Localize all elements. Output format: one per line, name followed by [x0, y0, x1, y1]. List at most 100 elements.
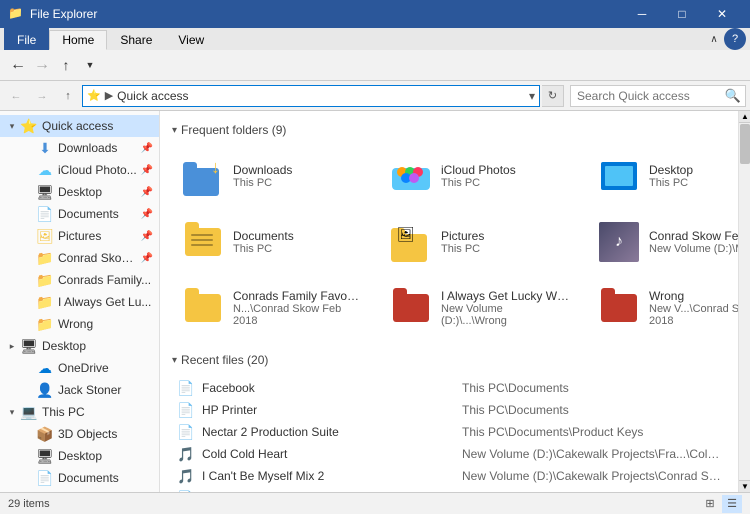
downloads-folder-name: Downloads — [233, 163, 292, 177]
conrads-family-name: Conrads Family Favorites — [233, 289, 363, 303]
recent-item-cold-cold-heart[interactable]: 🎵 Cold Cold Heart New Volume (D:)\Cakewa… — [172, 443, 726, 465]
help-button[interactable]: ? — [724, 28, 746, 50]
recent-item-nectar-2[interactable]: 📄 Nectar 2 Production Suite This PC\Docu… — [172, 421, 726, 443]
docx-icon-4: 📄 — [177, 490, 194, 493]
quick-access-icon: ⭐ — [20, 117, 38, 135]
folder-item-desktop[interactable]: Desktop This PC — [588, 147, 738, 205]
folder-icon-cs: 📁 — [36, 249, 54, 267]
folder-item-icloud-photos[interactable]: iCloud Photos This PC — [380, 147, 580, 205]
close-button[interactable]: ✕ — [702, 0, 742, 28]
onedrive-icon: ☁ — [36, 359, 54, 377]
folder-item-wrong[interactable]: Wrong New V...\Conrad Skow 2018 — [588, 279, 738, 337]
hp-printer-file-name: HP Printer — [202, 403, 462, 417]
i-always-name: I Always Get Lucky With Y — [441, 289, 571, 303]
sidebar-item-conrads-family[interactable]: 📁 Conrads Family... — [0, 269, 159, 291]
folder-item-conrads-family[interactable]: Conrads Family Favorites N...\Conrad Sko… — [172, 279, 372, 337]
tab-file[interactable]: File — [4, 28, 49, 50]
sidebar-item-wrong[interactable]: 📁 Wrong — [0, 313, 159, 335]
facebook-file-icon: 📄 — [176, 378, 196, 398]
scroll-thumb[interactable] — [740, 124, 750, 164]
conrads-family-folder-icon — [185, 294, 221, 322]
docx-icon-2: 📄 — [177, 402, 194, 419]
up-qat-button[interactable]: ↑ — [56, 55, 76, 75]
tab-share[interactable]: Share — [107, 29, 165, 49]
desktop-folder-icon-wrap — [597, 154, 641, 198]
sidebar-item-jack-stoner[interactable]: 👤 Jack Stoner — [0, 379, 159, 401]
pin-icon-6: 📌 — [141, 253, 153, 264]
scroll-down-button[interactable]: ▼ — [739, 480, 750, 492]
sidebar-item-3d-objects[interactable]: 📦 3D Objects — [0, 423, 159, 445]
sidebar-item-pictures[interactable]: 🖼 Pictures 📌 — [0, 225, 159, 247]
folder-item-pictures[interactable]: 🖼 Pictures This PC — [380, 213, 580, 271]
tab-view[interactable]: View — [165, 29, 217, 49]
sidebar-label-documents2: Documents — [58, 471, 153, 485]
tab-home[interactable]: Home — [49, 30, 107, 50]
pictures-sidebar-icon: 🖼 — [36, 227, 54, 245]
search-input[interactable] — [571, 86, 721, 106]
expander-desktop[interactable]: ▸ — [4, 341, 20, 352]
address-bar: ← → ↑ ⭐ ▶ Quick access ▾ ↻ 🔍 — [0, 81, 750, 111]
nav-up-button[interactable]: ↑ — [56, 84, 80, 108]
sidebar-label-downloads: Downloads — [58, 141, 139, 155]
sidebar-item-conrad-skow-fe[interactable]: 📁 Conrad Skow Fe... 📌 — [0, 247, 159, 269]
folder-item-downloads[interactable]: ↓ Downloads This PC — [172, 147, 372, 205]
scroll-up-button[interactable]: ▲ — [739, 111, 750, 123]
sidebar-item-quick-access[interactable]: ▾ ⭐ Quick access — [0, 115, 159, 137]
folder-item-documents[interactable]: Documents This PC — [172, 213, 372, 271]
pictures-folder-icon-wrap: 🖼 — [389, 220, 433, 264]
sidebar-item-documents[interactable]: 📄 Documents 📌 — [0, 203, 159, 225]
recent-files-title: Recent files (20) — [181, 353, 268, 367]
list-view-button[interactable]: ☰ — [722, 495, 742, 513]
i-always-info: I Always Get Lucky With Y New Volume (D:… — [441, 289, 571, 327]
pin-icon-5: 📌 — [141, 231, 153, 242]
sidebar-item-desktop3[interactable]: 🖥 Desktop — [0, 445, 159, 467]
wrong-icon-wrap — [597, 286, 641, 330]
dropdown-qat-button[interactable]: ▼ — [80, 55, 100, 75]
izotope-file-icon: 📄 — [176, 488, 196, 492]
recent-item-facebook[interactable]: 📄 Facebook This PC\Documents — [172, 377, 726, 399]
address-display[interactable]: Quick access — [113, 89, 525, 103]
conrads-family-icon-wrap — [181, 286, 225, 330]
docs-folder-icon-wrap — [181, 220, 225, 264]
chevron-frequent-icon[interactable]: ▾ — [172, 125, 177, 136]
minimize-button[interactable]: ─ — [622, 0, 662, 28]
nav-forward-button[interactable]: → — [30, 84, 54, 108]
app-title: File Explorer — [30, 7, 622, 21]
hp-printer-file-icon: 📄 — [176, 400, 196, 420]
sidebar-label-desktop: Desktop — [58, 185, 139, 199]
i-always-path: New Volume (D:)\...\Wrong — [441, 303, 571, 327]
search-button[interactable]: 🔍 — [721, 86, 745, 106]
refresh-button[interactable]: ↻ — [542, 85, 564, 107]
expand-ribbon-button[interactable]: ∧ — [704, 29, 724, 49]
title-bar: 📁 File Explorer ─ □ ✕ — [0, 0, 750, 28]
forward-qat-button[interactable]: → — [32, 55, 52, 75]
sidebar-item-desktop2[interactable]: ▸ 🖥 Desktop — [0, 335, 159, 357]
sidebar-item-downloads2[interactable]: ⬇ Downloads — [0, 489, 159, 492]
expander-icon[interactable]: ▾ — [4, 121, 20, 132]
sidebar-item-i-always-get[interactable]: 📁 I Always Get Lu... — [0, 291, 159, 313]
sidebar-item-desktop[interactable]: 🖥 Desktop 📌 — [0, 181, 159, 203]
back-qat-button[interactable]: ← — [8, 55, 28, 75]
recent-item-izotope[interactable]: 📄 Izotope This PC\Documents\Product Keys — [172, 487, 726, 492]
sidebar-label-documents: Documents — [58, 207, 139, 221]
docx-icon: 📄 — [177, 380, 194, 397]
sidebar-item-downloads[interactable]: ⬇ Downloads 📌 — [0, 137, 159, 159]
ribbon-tab-bar: File Home Share View ∧ ? — [0, 28, 750, 50]
sidebar-item-icloud-photos[interactable]: ☁ iCloud Photo... 📌 — [0, 159, 159, 181]
cold-cold-heart-file-name: Cold Cold Heart — [202, 447, 462, 461]
maximize-button[interactable]: □ — [662, 0, 702, 28]
recent-item-i-cant-be-myself[interactable]: 🎵 I Can't Be Myself Mix 2 New Volume (D:… — [172, 465, 726, 487]
folder-item-i-always[interactable]: I Always Get Lucky With Y New Volume (D:… — [380, 279, 580, 337]
scrollbar: ▲ ▼ — [738, 111, 750, 492]
sidebar-item-this-pc[interactable]: ▾ 💻 This PC — [0, 401, 159, 423]
pictures-decoration-icon: 🖼 — [397, 226, 415, 243]
expander-this-pc[interactable]: ▾ — [4, 407, 20, 418]
grid-view-button[interactable]: ⊞ — [700, 495, 720, 513]
folder-item-conrad-skow[interactable]: ♪ Conrad Skow Feb 2018 New Volume (D:)\M… — [588, 213, 738, 271]
sidebar-item-documents2[interactable]: 📄 Documents — [0, 467, 159, 489]
address-dropdown-button[interactable]: ▾ — [525, 89, 539, 103]
recent-item-hp-printer[interactable]: 📄 HP Printer This PC\Documents — [172, 399, 726, 421]
nav-back-button[interactable]: ← — [4, 84, 28, 108]
sidebar-item-onedrive[interactable]: ☁ OneDrive — [0, 357, 159, 379]
chevron-recent-icon[interactable]: ▾ — [172, 355, 177, 366]
